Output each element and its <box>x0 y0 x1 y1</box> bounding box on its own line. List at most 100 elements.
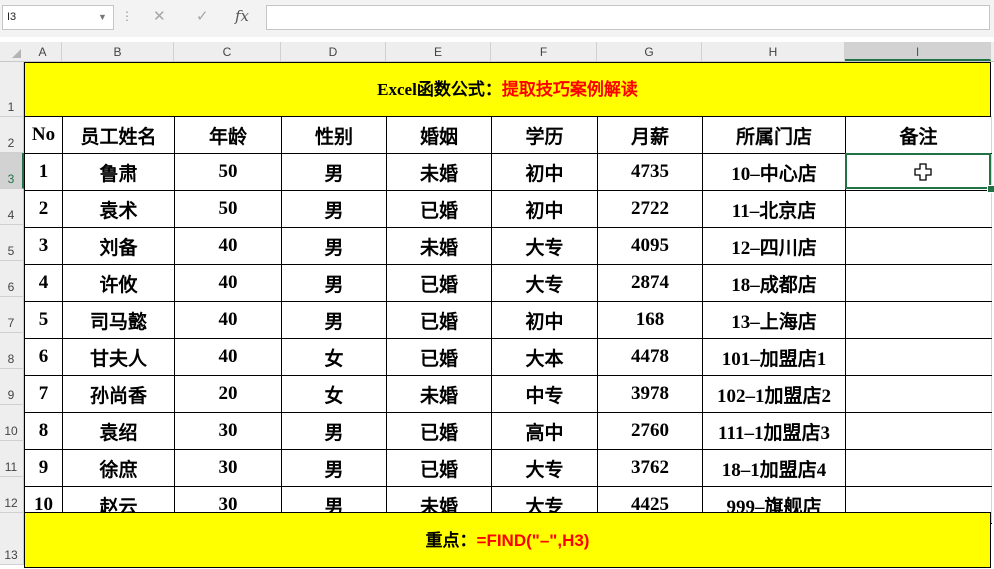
column-header-g[interactable]: G <box>597 42 702 61</box>
cell-age[interactable]: 20 <box>174 375 282 413</box>
cell-name[interactable]: 甘夫人 <box>62 338 175 376</box>
cell-name[interactable]: 鲁肃 <box>62 153 175 191</box>
cell-education[interactable]: 学历 <box>491 116 598 154</box>
cell-name[interactable]: 许攸 <box>62 264 175 302</box>
column-header-c[interactable]: C <box>174 42 281 61</box>
formula-input[interactable] <box>266 5 990 30</box>
footer-cell[interactable]: 重点：=FIND("–",H3) <box>24 512 991 568</box>
cell-no[interactable]: 2 <box>24 190 63 228</box>
select-all-button[interactable] <box>0 42 24 61</box>
cell-store[interactable]: 18–1加盟店4 <box>702 449 846 487</box>
cell-age[interactable]: 40 <box>174 338 282 376</box>
cell-salary[interactable]: 2760 <box>597 412 703 450</box>
cell-store[interactable]: 10–中心店 <box>702 153 846 191</box>
row-header-7[interactable]: 7 <box>0 297 24 333</box>
cell-gender[interactable]: 女 <box>281 375 387 413</box>
row-header-1[interactable]: 1 <box>0 62 24 117</box>
cell-age[interactable]: 40 <box>174 264 282 302</box>
cell-salary[interactable]: 3762 <box>597 449 703 487</box>
cell-gender[interactable]: 男 <box>281 264 387 302</box>
cell-age[interactable]: 30 <box>174 412 282 450</box>
cell-remark[interactable] <box>845 227 992 265</box>
cell-no[interactable]: 5 <box>24 301 63 339</box>
cell-name[interactable]: 袁术 <box>62 190 175 228</box>
cell-salary[interactable]: 4735 <box>597 153 703 191</box>
drag-handle-icon[interactable]: ⋮ <box>121 9 133 23</box>
cell-gender[interactable]: 女 <box>281 338 387 376</box>
cell-name[interactable]: 刘备 <box>62 227 175 265</box>
insert-function-icon[interactable]: fx <box>235 7 249 25</box>
cell-gender[interactable]: 男 <box>281 301 387 339</box>
cell-gender[interactable]: 男 <box>281 449 387 487</box>
cell-gender[interactable]: 性别 <box>281 116 387 154</box>
cell-store[interactable]: 11–北京店 <box>702 190 846 228</box>
cell-marital[interactable]: 已婚 <box>386 338 492 376</box>
cell-gender[interactable]: 男 <box>281 412 387 450</box>
cell-marital[interactable]: 婚姻 <box>386 116 492 154</box>
cell-education[interactable]: 大专 <box>491 264 598 302</box>
cell-no[interactable]: 9 <box>24 449 63 487</box>
row-header-2[interactable]: 2 <box>0 117 24 153</box>
cell-no[interactable]: 1 <box>24 153 63 191</box>
row-header-4[interactable]: 4 <box>0 189 24 225</box>
cell-age[interactable]: 50 <box>174 190 282 228</box>
cell-age[interactable]: 50 <box>174 153 282 191</box>
cell-age[interactable]: 40 <box>174 301 282 339</box>
cell-education[interactable]: 高中 <box>491 412 598 450</box>
cell-marital[interactable]: 已婚 <box>386 449 492 487</box>
cell-store[interactable]: 18–成都店 <box>702 264 846 302</box>
cell-remark[interactable] <box>845 412 992 450</box>
cell-remark[interactable] <box>845 301 992 339</box>
cell-no[interactable]: 8 <box>24 412 63 450</box>
title-cell[interactable]: Excel函数公式：提取技巧案例解读 <box>24 62 991 117</box>
cell-gender[interactable]: 男 <box>281 227 387 265</box>
cell-education[interactable]: 初中 <box>491 301 598 339</box>
cell-name[interactable]: 司马懿 <box>62 301 175 339</box>
cell-remark[interactable] <box>845 375 992 413</box>
row-header-5[interactable]: 5 <box>0 225 24 261</box>
cell-gender[interactable]: 男 <box>281 190 387 228</box>
cell-store[interactable]: 13–上海店 <box>702 301 846 339</box>
cell-store[interactable]: 102–1加盟店2 <box>702 375 846 413</box>
cell-store[interactable]: 所属门店 <box>702 116 846 154</box>
cell-education[interactable]: 中专 <box>491 375 598 413</box>
chevron-down-icon[interactable]: ▼ <box>98 12 107 22</box>
column-header-e[interactable]: E <box>386 42 491 61</box>
cell-remark[interactable] <box>845 190 992 228</box>
cell-marital[interactable]: 已婚 <box>386 190 492 228</box>
row-header-8[interactable]: 8 <box>0 333 24 369</box>
cell-education[interactable]: 初中 <box>491 190 598 228</box>
column-header-i[interactable]: I <box>845 42 991 61</box>
cell-education[interactable]: 大本 <box>491 338 598 376</box>
row-header-3[interactable]: 3 <box>0 153 24 189</box>
row-header-12[interactable]: 12 <box>0 477 24 513</box>
cell-salary[interactable]: 168 <box>597 301 703 339</box>
cell-age[interactable]: 40 <box>174 227 282 265</box>
cancel-icon[interactable]: ✕ <box>153 7 166 25</box>
cell-salary[interactable]: 2722 <box>597 190 703 228</box>
cell-remark[interactable] <box>845 449 992 487</box>
cell-education[interactable]: 大专 <box>491 449 598 487</box>
cell-name[interactable]: 孙尚香 <box>62 375 175 413</box>
cell-salary[interactable]: 2874 <box>597 264 703 302</box>
cell-marital[interactable]: 未婚 <box>386 153 492 191</box>
fill-handle[interactable] <box>987 185 994 193</box>
cell-no[interactable]: 7 <box>24 375 63 413</box>
row-header-9[interactable]: 9 <box>0 369 24 405</box>
row-header-13[interactable]: 13 <box>0 513 24 565</box>
cell-marital[interactable]: 已婚 <box>386 412 492 450</box>
enter-icon[interactable]: ✓ <box>196 7 209 25</box>
cell-name[interactable]: 袁绍 <box>62 412 175 450</box>
cell-marital[interactable]: 已婚 <box>386 264 492 302</box>
cell-salary[interactable]: 3978 <box>597 375 703 413</box>
cell-marital[interactable]: 已婚 <box>386 301 492 339</box>
cell-store[interactable]: 111–1加盟店3 <box>702 412 846 450</box>
row-header-10[interactable]: 10 <box>0 405 24 441</box>
cell-age[interactable]: 30 <box>174 449 282 487</box>
cell-store[interactable]: 12–四川店 <box>702 227 846 265</box>
column-header-f[interactable]: F <box>491 42 597 61</box>
cell-salary[interactable]: 月薪 <box>597 116 703 154</box>
cell-no[interactable]: No <box>24 116 63 154</box>
column-header-h[interactable]: H <box>702 42 845 61</box>
column-header-d[interactable]: D <box>281 42 386 61</box>
